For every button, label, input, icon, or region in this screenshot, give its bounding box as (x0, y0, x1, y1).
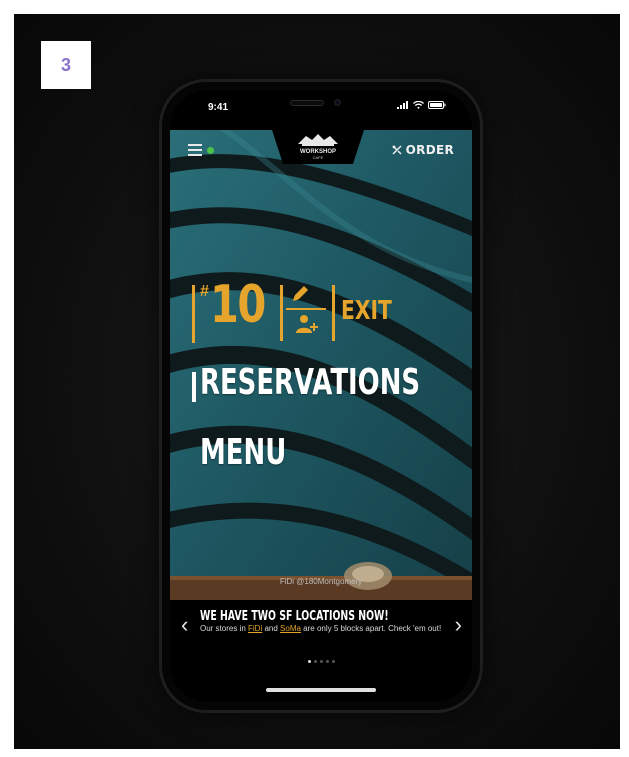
status-icons (397, 101, 446, 109)
accent-bar (192, 285, 195, 343)
carousel-pagination (170, 660, 472, 663)
workshop-cafe-logo[interactable]: WORKSHOP CAFE (288, 132, 348, 162)
table-hash: # (200, 283, 209, 300)
hero-caption: FiDi @180Montgomery (279, 577, 363, 586)
status-time: 9:41 (208, 102, 229, 113)
fidi-link[interactable]: FiDi (248, 624, 262, 633)
utensils-icon (392, 145, 402, 155)
icon-divider-line (286, 308, 326, 310)
order-button[interactable]: ORDER (391, 143, 454, 157)
soma-link[interactable]: SoMa (280, 624, 301, 633)
promo-text: are only 5 blocks apart. Check 'em out! (300, 624, 442, 633)
screenshot-frame: 3 9:41 WORKSHOP CAFE ORDER # 10 EXIT RES… (14, 14, 620, 749)
carousel-dot[interactable] (307, 660, 311, 663)
front-camera (334, 99, 341, 106)
step-number-badge: 3 (41, 41, 91, 89)
carousel-dot[interactable] (325, 660, 329, 663)
online-status-dot (207, 147, 214, 154)
phone-screen: 9:41 WORKSHOP CAFE ORDER # 10 EXIT RESER… (170, 90, 472, 702)
menu-link[interactable]: MENU (200, 432, 286, 473)
speaker-grille (290, 100, 324, 106)
reservations-link[interactable]: RESERVATIONS (200, 362, 420, 403)
pencil-edit-icon[interactable] (289, 283, 311, 305)
phone-mockup: 9:41 WORKSHOP CAFE ORDER # 10 EXIT RESER… (162, 82, 480, 710)
carousel-prev-arrow-icon[interactable]: ‹ (181, 614, 188, 636)
divider-bar (280, 285, 283, 341)
battery-icon (428, 101, 446, 109)
table-number: 10 (210, 275, 266, 335)
promo-text: Our stores in (200, 624, 249, 633)
exit-button[interactable]: EXIT (341, 296, 392, 326)
signal-icon (397, 101, 408, 109)
promo-body: Our stores in FiDi and SoMa are only 5 b… (200, 624, 448, 633)
promo-carousel: ‹ WE HAVE TWO SF LOCATIONS NOW! Our stor… (170, 600, 472, 702)
order-label: ORDER (405, 143, 454, 157)
promo-title: WE HAVE TWO SF LOCATIONS NOW! (200, 609, 389, 624)
hamburger-menu-icon[interactable] (188, 144, 202, 156)
carousel-dot[interactable] (319, 660, 323, 663)
promo-text: and (262, 624, 281, 633)
status-bar: 9:41 (170, 90, 472, 120)
active-item-indicator (192, 372, 196, 402)
carousel-dot[interactable] (331, 660, 335, 663)
add-user-icon[interactable] (296, 314, 318, 334)
carousel-dot[interactable] (313, 660, 317, 663)
divider-bar (332, 285, 335, 341)
carousel-next-arrow-icon[interactable]: › (455, 614, 462, 636)
logo-subtext: CAFE (313, 155, 324, 160)
top-navigation: WORKSHOP CAFE ORDER (170, 130, 472, 174)
wifi-icon (413, 101, 424, 109)
home-indicator[interactable] (266, 688, 376, 692)
